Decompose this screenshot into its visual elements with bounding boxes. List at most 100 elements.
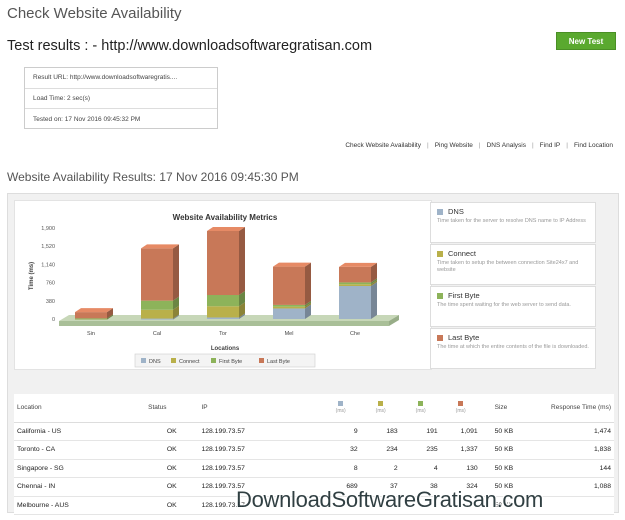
cell-response: 1,474 — [547, 422, 614, 441]
tool-link-find-location[interactable]: Find Location — [574, 142, 613, 149]
bar-connect — [273, 306, 305, 309]
bar-first-byte — [207, 295, 239, 307]
x-tick-label: Tor — [219, 331, 227, 337]
bar-side-last-byte — [173, 244, 179, 301]
cell-ip: 128.199.73.57 — [198, 459, 321, 478]
y-tick-label: 380 — [46, 299, 55, 305]
col-location: Location — [14, 394, 146, 423]
bar-last-byte — [207, 230, 239, 296]
bar-top — [141, 244, 179, 249]
table-row: Singapore - SG OK 128.199.73.57 8 2 4 130 50 KB… — [14, 459, 614, 478]
legend-swatch — [211, 358, 216, 363]
legend-desc: The time at which the entire contents of… — [437, 344, 589, 350]
col-last-byte: (ms) — [440, 394, 481, 423]
nav-separator: | — [566, 142, 568, 149]
bar-top — [207, 226, 245, 231]
col-connect: (ms) — [360, 394, 401, 423]
cell-location: Toronto - CA — [14, 440, 146, 460]
y-tick-label: 1,140 — [41, 262, 55, 268]
dns-swatch — [437, 208, 443, 215]
bar-top — [339, 262, 377, 267]
tool-link-find-ip[interactable]: Find IP — [540, 142, 561, 149]
cell-status: OK — [145, 477, 199, 497]
tool-link-dns[interactable]: DNS Analysis — [487, 142, 526, 149]
availability-chart: Website Availability Metrics Time (ms) L… — [29, 213, 399, 368]
chart-title: Website Availability Metrics — [173, 213, 278, 222]
bar-dns — [141, 318, 173, 320]
legend-entry: First Byte — [219, 359, 242, 365]
nav-separator: | — [531, 142, 534, 149]
cell-ip: 128.199.73.57 — [198, 440, 321, 460]
bar-connect — [339, 284, 371, 287]
legend-title: DNS — [448, 207, 464, 216]
cell-location: Singapore - SG — [14, 459, 146, 478]
bar-side-last-byte — [239, 226, 245, 296]
cell-response — [547, 496, 614, 515]
table-row: California - US OK 128.199.73.57 9 183 191 1,0… — [14, 422, 614, 441]
legend-desc: The time spent waiting for the web serve… — [437, 302, 571, 308]
cell-response: 1,088 — [547, 477, 614, 497]
cell-ip: 128.199.73.57 — [198, 422, 321, 441]
bar-first-byte — [75, 318, 107, 320]
tested-on: Tested on: 17 Nov 2016 09:45:32 PM — [33, 115, 141, 123]
legend-entry: DNS — [149, 359, 161, 365]
cell-location: California - US — [14, 422, 146, 441]
cell-status: OK — [145, 422, 199, 441]
table-row: Toronto - CA OK 128.199.73.57 32 234 235 1,337… — [14, 440, 614, 460]
bar-top — [273, 262, 311, 267]
col-first-byte: (ms) — [400, 394, 441, 423]
cell-response: 1,838 — [547, 440, 614, 460]
legend-swatch — [259, 358, 264, 363]
x-axis-label: Locations — [211, 346, 240, 352]
cell-location: Melbourne - AUS — [14, 496, 146, 515]
last-byte-swatch — [458, 401, 464, 407]
x-tick-label: Cal — [153, 331, 161, 337]
connect-swatch — [378, 401, 384, 407]
cell-first-byte: 191 — [400, 422, 441, 441]
last-byte-swatch — [437, 334, 443, 341]
result-url: Result URL: http://www.downloadsoftwareg… — [25, 68, 217, 89]
cell-status: OK — [145, 496, 199, 515]
cell-first-byte: 235 — [400, 440, 441, 460]
cell-size: 50 KB — [480, 440, 548, 460]
bar-side-dns — [371, 282, 377, 319]
col-size: Size — [480, 394, 548, 423]
metrics-legend: DNS Time taken for the server to resolve… — [430, 202, 596, 370]
legend-swatch — [171, 358, 176, 363]
col-dns: (ms) — [320, 394, 361, 423]
y-tick-label: 1,520 — [41, 244, 55, 250]
chart-floor-front — [59, 321, 389, 326]
new-test-button[interactable]: New Test — [556, 32, 616, 50]
cell-dns: 32 — [320, 440, 361, 460]
tool-link-check-availability[interactable]: Check Website Availability — [345, 142, 421, 149]
bar-connect — [207, 306, 239, 318]
legend-card-dns: DNS Time taken for the server to resolve… — [430, 202, 596, 243]
cell-status: OK — [145, 440, 199, 460]
legend-entry: Last Byte — [267, 359, 290, 365]
bar-last-byte — [273, 266, 305, 305]
cell-size: 50 KB — [480, 459, 548, 478]
bar-dns — [339, 286, 371, 319]
nav-separator: | — [427, 142, 429, 149]
results-title: Website Availability Results: 17 Nov 201… — [7, 170, 299, 184]
bar-top — [75, 308, 113, 313]
x-tick-label: Che — [350, 331, 360, 337]
cell-size: 50 KB — [480, 422, 548, 441]
chart-container: Website Availability Metrics Time (ms) L… — [14, 200, 432, 370]
tools-nav: Check Website Availability | Ping Website |… — [345, 142, 613, 149]
cell-last-byte: 130 — [440, 459, 481, 478]
bar-first-byte — [141, 300, 173, 310]
bar-last-byte — [141, 248, 173, 301]
legend-desc: Time taken to setup the between connecti… — [437, 260, 579, 274]
tool-link-ping[interactable]: Ping Website — [435, 142, 473, 149]
col-ip: IP — [198, 394, 321, 423]
legend-title: Connect — [448, 249, 476, 258]
bar-last-byte — [75, 312, 107, 319]
watermark: DownloadSoftwareGratisan.com — [236, 487, 544, 512]
cell-dns: 8 — [320, 459, 361, 478]
x-tick-label: Mel — [285, 331, 294, 337]
col-status: Status — [145, 394, 199, 423]
bar-first-byte — [339, 282, 371, 285]
dns-swatch — [338, 401, 344, 407]
y-tick-label: 1,900 — [41, 226, 55, 232]
